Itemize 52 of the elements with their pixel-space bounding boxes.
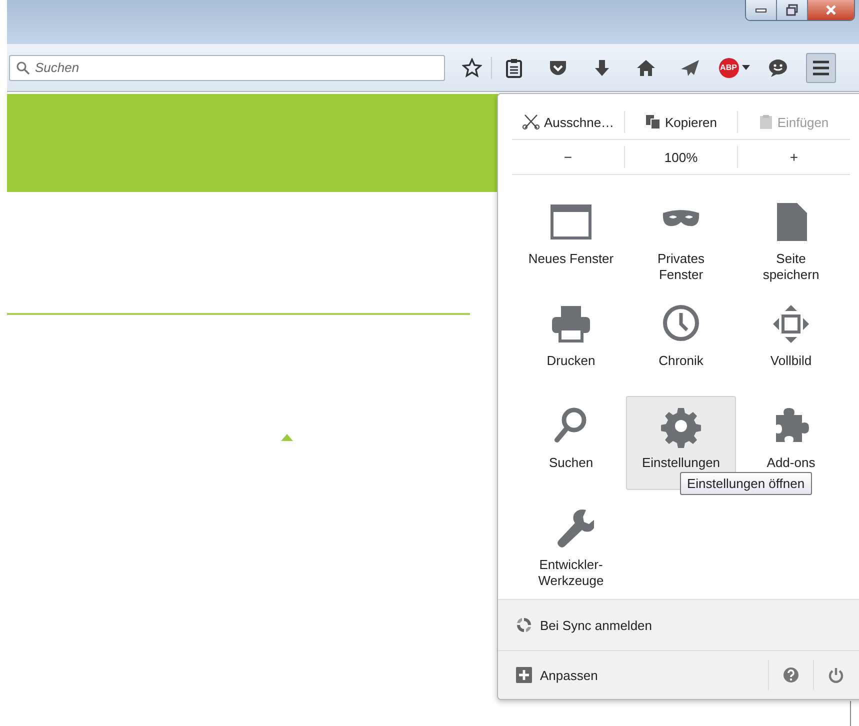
star-icon[interactable] [462, 58, 482, 78]
smiley-bubble-icon[interactable] [768, 58, 788, 76]
search-field[interactable]: Suchen [9, 54, 445, 80]
download-icon[interactable] [594, 58, 610, 76]
document-icon [777, 203, 807, 241]
menu-item[interactable]: Drucken [516, 294, 626, 388]
sync-label: Bei Sync anmelden [540, 618, 652, 632]
menu-item[interactable]: Vollbild [736, 294, 846, 388]
cut-button[interactable]: Ausschne… [512, 109, 624, 135]
copy-icon [644, 114, 661, 130]
minimize-button[interactable] [746, 0, 777, 20]
close-icon [825, 4, 837, 16]
search-icon [554, 408, 586, 442]
pocket-icon[interactable] [548, 58, 568, 76]
menu-icon [812, 60, 830, 76]
zoom-out-button[interactable]: − [512, 149, 624, 165]
minimize-icon [755, 7, 767, 13]
zoom-level[interactable]: 100% [625, 150, 737, 164]
menu-item[interactable]: Suchen [516, 396, 626, 490]
printer-icon [552, 306, 590, 342]
zoom-in-button[interactable]: + [738, 149, 850, 165]
menu-item[interactable]: Chronik [626, 294, 736, 388]
triangle-icon [281, 434, 293, 441]
sync-icon [516, 617, 532, 633]
wrench-icon [558, 510, 594, 548]
sync-sign-in-button[interactable]: Bei Sync anmelden [498, 599, 859, 650]
copy-button[interactable]: Kopieren [625, 109, 737, 135]
tooltip: Einstellungen öffnen [680, 472, 812, 495]
plus-icon [516, 667, 532, 683]
menu-item[interactable]: Privates Fenster [626, 192, 736, 286]
clipboard-icon[interactable] [505, 58, 523, 78]
paper-plane-icon[interactable] [680, 58, 700, 76]
window-icon [550, 204, 592, 240]
clock-icon [663, 305, 699, 341]
restore-icon [786, 4, 798, 16]
clipboard-icon [759, 114, 774, 130]
puzzle-piece-icon [776, 408, 809, 442]
menu-button[interactable] [806, 52, 836, 82]
gear-icon [661, 408, 701, 448]
menu-item[interactable]: Seite speichern [736, 192, 846, 286]
menu-item[interactable]: Entwickler- Werkzeuge [516, 498, 626, 592]
customize-button[interactable]: Anpassen [516, 667, 598, 683]
restore-button[interactable] [777, 0, 808, 20]
help-icon[interactable] [783, 667, 799, 683]
scissors-icon [522, 114, 540, 130]
power-icon[interactable] [828, 667, 844, 683]
mask-icon [662, 210, 700, 226]
close-button[interactable] [808, 0, 854, 20]
home-icon[interactable] [636, 58, 656, 76]
caret-icon [742, 65, 750, 70]
fullscreen-icon [773, 305, 809, 343]
menu-item[interactable]: Neues Fenster [516, 192, 626, 286]
